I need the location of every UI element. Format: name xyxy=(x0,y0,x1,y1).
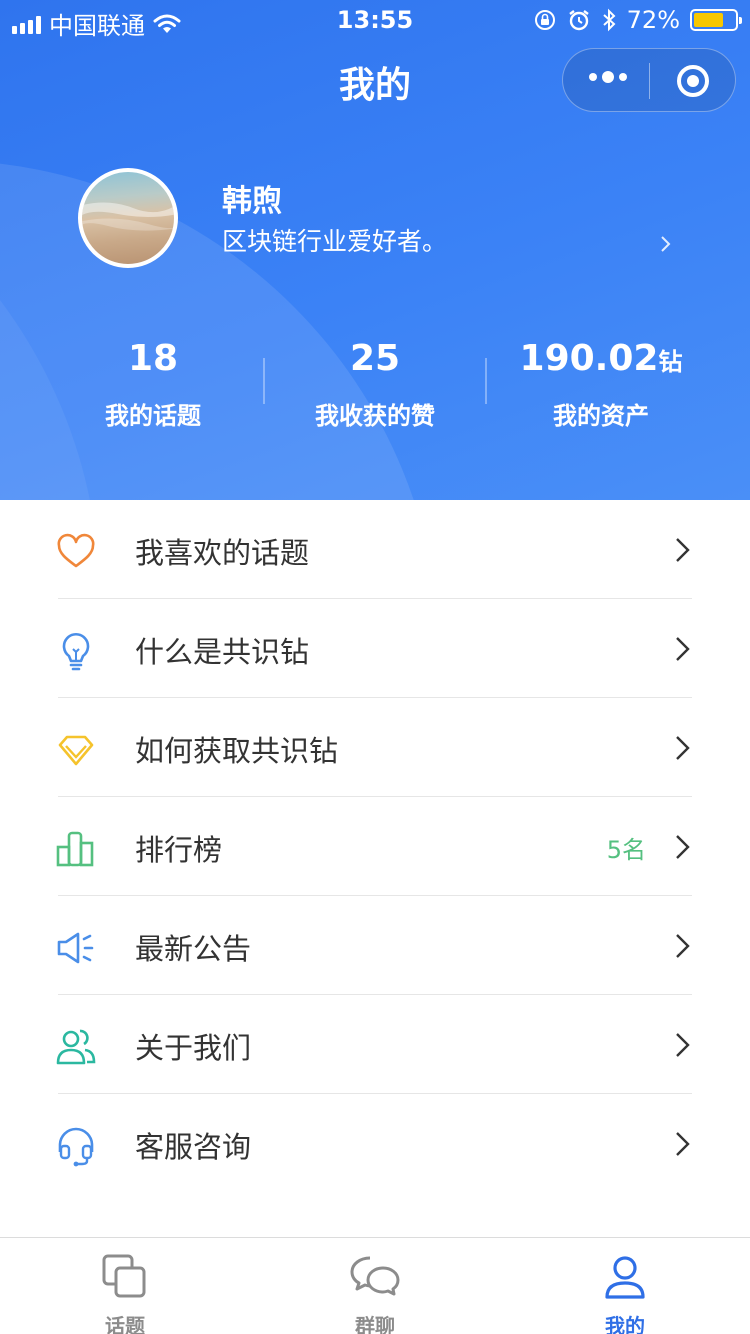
stat-value: 190.02 xyxy=(519,338,659,379)
topic-icon xyxy=(102,1254,146,1298)
menu-item-label: 如何获取共识钻 xyxy=(135,734,339,768)
stat-unit: 钻 xyxy=(658,348,683,376)
menu-item-what-is-coin[interactable]: 什么是共识钻 xyxy=(58,599,692,698)
menu-item-label: 关于我们 xyxy=(135,1031,252,1065)
tab-label: 话题 xyxy=(105,1314,145,1334)
menu-list: 我喜欢的话题 什么是共识钻 如何获取共识钻 排行榜 5名 最新公告 关于我们 客… xyxy=(0,500,750,1193)
user-icon xyxy=(605,1256,645,1299)
tab-label: 群聊 xyxy=(355,1314,395,1334)
chevron-right-icon xyxy=(676,1132,690,1156)
rank-badge: 5名 xyxy=(606,836,646,864)
heart-icon xyxy=(57,533,95,568)
chevron-right-icon xyxy=(676,538,690,562)
tab-topics[interactable]: 话题 xyxy=(0,1238,250,1334)
battery-icon xyxy=(690,9,742,31)
stat-assets[interactable]: 190.02钻 我的资产 xyxy=(490,336,712,431)
menu-item-liked-topics[interactable]: 我喜欢的话题 xyxy=(57,500,692,599)
profile-header: 中国联通 13:55 72% 我的 韩煦 区块链行业爱好者。 18 我的话题 2… xyxy=(0,0,750,500)
orientation-lock-icon xyxy=(534,10,555,30)
chevron-right-icon xyxy=(676,835,690,859)
more-menu-button[interactable] xyxy=(589,71,627,83)
bluetooth-icon xyxy=(602,8,616,32)
miniprogram-capsule xyxy=(562,48,736,112)
stat-label: 我的资产 xyxy=(553,402,649,430)
tab-bar: 话题 群聊 我的 xyxy=(0,1237,750,1334)
menu-item-label: 什么是共识钻 xyxy=(135,635,310,669)
chat-icon xyxy=(350,1256,400,1296)
menu-item-leaderboard[interactable]: 排行榜 5名 xyxy=(56,797,692,896)
menu-item-label: 排行榜 xyxy=(135,833,223,867)
tab-mine[interactable]: 我的 xyxy=(500,1238,750,1334)
chevron-right-icon xyxy=(676,1033,690,1057)
megaphone-icon xyxy=(57,932,94,964)
chevron-right-icon xyxy=(676,934,690,958)
headset-icon xyxy=(58,1127,94,1167)
close-miniprogram-button[interactable] xyxy=(677,65,709,97)
stat-label: 我的话题 xyxy=(105,402,201,430)
menu-item-label: 客服咨询 xyxy=(135,1130,252,1164)
stat-label: 我收获的赞 xyxy=(315,402,435,430)
menu-item-about-us[interactable]: 关于我们 xyxy=(56,995,692,1094)
stat-likes[interactable]: 25 我收获的赞 xyxy=(264,336,486,431)
stat-divider xyxy=(485,358,487,404)
status-bar: 中国联通 13:55 72% xyxy=(0,0,750,40)
stat-value: 25 xyxy=(349,338,401,379)
menu-item-how-to-get-coin[interactable]: 如何获取共识钻 xyxy=(58,698,692,797)
user-bio: 区块链行业爱好者。 xyxy=(222,227,448,256)
user-name: 韩煦 xyxy=(222,184,282,219)
diamond-icon xyxy=(58,735,94,766)
menu-item-announcements[interactable]: 最新公告 xyxy=(57,896,692,995)
avatar[interactable] xyxy=(78,168,178,268)
menu-item-customer-service[interactable]: 客服咨询 xyxy=(58,1094,692,1193)
alarm-icon xyxy=(568,10,589,31)
chevron-right-icon xyxy=(676,637,690,661)
lightbulb-icon xyxy=(62,633,90,671)
stat-topics[interactable]: 18 我的话题 xyxy=(42,336,264,431)
header-decoration xyxy=(0,160,440,500)
stat-value: 18 xyxy=(127,338,179,379)
menu-item-label: 我喜欢的话题 xyxy=(135,536,310,570)
chevron-right-icon xyxy=(676,736,690,760)
battery-percent: 72% xyxy=(626,6,680,34)
tab-group-chat[interactable]: 群聊 xyxy=(250,1238,500,1334)
chevron-right-icon[interactable] xyxy=(656,232,676,256)
bar-chart-icon xyxy=(56,831,94,867)
users-icon xyxy=(56,1029,96,1065)
menu-item-label: 最新公告 xyxy=(135,932,252,966)
tab-label: 我的 xyxy=(605,1314,645,1334)
